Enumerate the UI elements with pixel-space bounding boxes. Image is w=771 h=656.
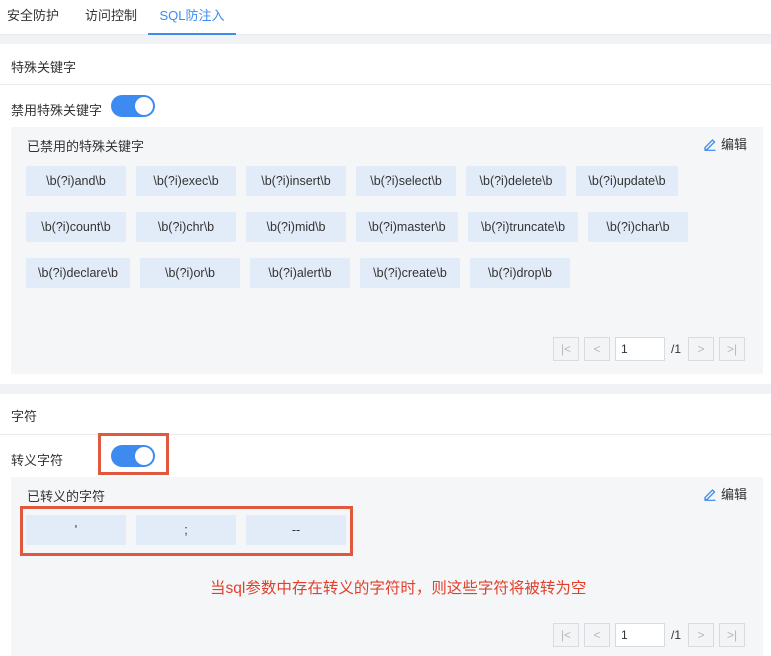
next-page-button[interactable]: >: [688, 623, 714, 647]
keywords-panel: 特殊关键字 禁用特殊关键字 已禁用的特殊关键字 编辑 \b(?i)and\b \…: [0, 44, 771, 384]
edit-keywords-button[interactable]: 编辑: [703, 134, 747, 153]
keyword-chip[interactable]: \b(?i)exec\b: [136, 166, 236, 196]
page-total: /1: [671, 342, 682, 356]
first-page-button[interactable]: |<: [553, 623, 579, 647]
disabled-keywords-title: 已禁用的特殊关键字: [27, 139, 145, 154]
keyword-chip[interactable]: \b(?i)chr\b: [136, 212, 236, 242]
keyword-chip[interactable]: \b(?i)master\b: [356, 212, 458, 242]
keyword-chip[interactable]: \b(?i)delete\b: [466, 166, 566, 196]
disable-keywords-toggle[interactable]: [111, 95, 155, 117]
page-total: /1: [671, 628, 682, 642]
keyword-chip[interactable]: \b(?i)declare\b: [26, 258, 130, 288]
chars-pagination: |< < /1 > >|: [553, 623, 745, 647]
page-number-input[interactable]: [615, 337, 665, 361]
edit-label: 编辑: [720, 137, 747, 152]
page-number-input[interactable]: [615, 623, 665, 647]
keyword-chip[interactable]: \b(?i)update\b: [576, 166, 678, 196]
keyword-chip[interactable]: \b(?i)truncate\b: [468, 212, 578, 242]
edit-icon: [704, 138, 716, 151]
keyword-chip[interactable]: \b(?i)drop\b: [470, 258, 570, 288]
disabled-keywords-box: 已禁用的特殊关键字 编辑 \b(?i)and\b \b(?i)exec\b \b…: [11, 127, 763, 374]
next-page-button[interactable]: >: [688, 337, 714, 361]
keyword-chip[interactable]: \b(?i)or\b: [140, 258, 240, 288]
tab-sql-injection[interactable]: SQL防注入: [148, 0, 236, 35]
chars-highlight-box: [20, 506, 353, 556]
prev-page-button[interactable]: <: [584, 623, 610, 647]
divider: [0, 84, 771, 85]
tab-access-control[interactable]: 访问控制: [85, 0, 137, 35]
edit-icon: [704, 488, 716, 501]
toggle-knob: [135, 97, 153, 115]
chars-section-title: 字符: [11, 409, 38, 424]
keywords-pagination: |< < /1 > >|: [553, 337, 745, 361]
keyword-chip[interactable]: \b(?i)insert\b: [246, 166, 346, 196]
keyword-chip[interactable]: \b(?i)char\b: [588, 212, 688, 242]
escaped-chars-box: 已转义的字符 编辑 ' ; -- 当sql参数中存在转义的字符时，则这些字符将被…: [11, 477, 763, 656]
escaped-chars-title: 已转义的字符: [27, 489, 106, 504]
keywords-section-title: 特殊关键字: [11, 60, 77, 75]
keyword-chip[interactable]: \b(?i)create\b: [360, 258, 460, 288]
tab-bar: 安全防护 访问控制 SQL防注入: [0, 0, 771, 35]
edit-label: 编辑: [720, 487, 747, 502]
escape-chars-label: 转义字符: [11, 453, 64, 468]
keyword-chip[interactable]: \b(?i)count\b: [26, 212, 126, 242]
toggle-highlight-box: [98, 433, 169, 475]
annotation-text: 当sql参数中存在转义的字符时，则这些字符将被转为空: [210, 580, 587, 597]
keyword-chip[interactable]: \b(?i)alert\b: [250, 258, 350, 288]
first-page-button[interactable]: |<: [553, 337, 579, 361]
tab-security-protection[interactable]: 安全防护: [7, 0, 59, 35]
prev-page-button[interactable]: <: [584, 337, 610, 361]
keyword-chip[interactable]: \b(?i)select\b: [356, 166, 456, 196]
disable-keywords-label: 禁用特殊关键字: [11, 103, 103, 118]
edit-chars-button[interactable]: 编辑: [703, 484, 747, 503]
chars-panel: 字符 转义字符 已转义的字符 编辑 ' ; -- 当sql参数中存在转义的字符时…: [0, 394, 771, 656]
keyword-chip[interactable]: \b(?i)mid\b: [246, 212, 346, 242]
last-page-button[interactable]: >|: [719, 623, 745, 647]
keyword-chip[interactable]: \b(?i)and\b: [26, 166, 126, 196]
last-page-button[interactable]: >|: [719, 337, 745, 361]
